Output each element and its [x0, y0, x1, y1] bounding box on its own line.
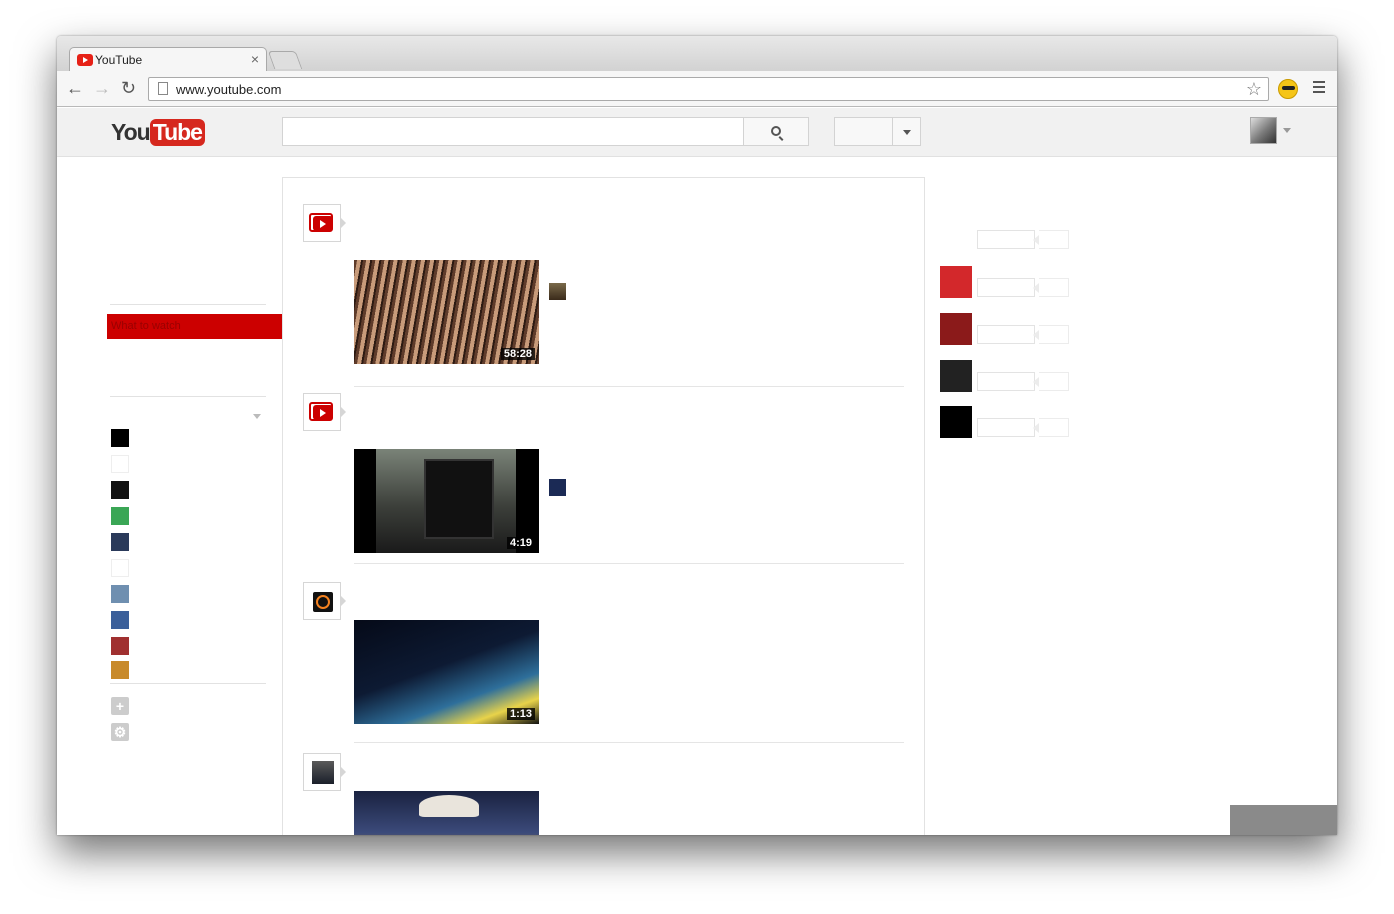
reload-button[interactable]: ↻: [121, 77, 136, 99]
subscribe-button[interactable]: [977, 230, 1035, 249]
subscriber-count-bubble: [1033, 325, 1069, 344]
late-show-host-icon: [312, 761, 334, 784]
feed-separator: [354, 563, 904, 564]
activity-feed: 58:28 4:19 1:13: [282, 177, 925, 835]
tab-title: YouTube: [95, 53, 143, 67]
address-bar[interactable]: www.youtube.com ☆: [148, 77, 1269, 101]
channel-icon-frame[interactable]: [303, 753, 346, 791]
duration-badge: 4:19: [506, 537, 535, 549]
search-button[interactable]: [743, 117, 809, 146]
subscriber-count-bubble: [1033, 418, 1069, 437]
national-geographic-icon[interactable]: [940, 360, 972, 392]
guide-item-label: What to watch: [111, 320, 181, 332]
creators-project-icon[interactable]: [111, 559, 129, 577]
news-anchor-icon[interactable]: [111, 585, 129, 603]
browser-tab[interactable]: YouTube ×: [69, 47, 267, 72]
chevron-down-icon: [903, 130, 911, 135]
guide-divider: [110, 396, 266, 397]
logo-tube-text: Tube: [149, 119, 205, 146]
comedy-central-ring: [316, 595, 330, 609]
funny-or-die-icon[interactable]: [111, 455, 129, 473]
channel-icon-frame[interactable]: [303, 393, 346, 431]
youtube-red-icon: [309, 402, 333, 421]
sketchup-icon[interactable]: [940, 266, 972, 298]
uploader-mini-icon[interactable]: [549, 283, 566, 300]
youtube-favicon-icon: [77, 54, 93, 66]
tate-icon[interactable]: [940, 406, 972, 438]
tab-strip: YouTube ×: [57, 36, 1337, 72]
political-show-icon[interactable]: [111, 611, 129, 629]
feedback-button[interactable]: [1230, 805, 1337, 835]
recommended-channel: [940, 360, 1080, 392]
search-input[interactable]: [282, 117, 744, 146]
channel-icon-frame[interactable]: [303, 204, 346, 242]
sunglasses-extension-icon[interactable]: [1278, 79, 1298, 99]
uploader-mini-icon[interactable]: [549, 479, 566, 496]
forward-button[interactable]: →: [93, 77, 111, 99]
youtube-masthead: You Tube: [57, 108, 1337, 157]
comedy-central-icon: [313, 592, 333, 612]
landscape-channel-icon[interactable]: [111, 661, 129, 679]
feed-separator: [354, 386, 904, 387]
upload-dropdown-button[interactable]: [892, 117, 921, 146]
back-button[interactable]: ←: [66, 77, 84, 99]
subscribe-button[interactable]: [977, 278, 1035, 297]
account-chevron-icon[interactable]: [1283, 128, 1291, 133]
subscribe-button[interactable]: [977, 372, 1035, 391]
youtube-red-icon: [309, 213, 333, 232]
subscriber-count-bubble: [1033, 372, 1069, 391]
upload-button[interactable]: [834, 117, 893, 146]
talk-show-icon[interactable]: [111, 637, 129, 655]
subscribe-button[interactable]: [977, 325, 1035, 344]
recommended-channel: [940, 313, 1080, 345]
ted-talks-icon[interactable]: [940, 313, 972, 345]
subscriptions-chevron-icon[interactable]: [253, 414, 261, 419]
url-text[interactable]: www.youtube.com: [176, 82, 282, 97]
duration-badge: 1:13: [506, 708, 535, 720]
bookmark-star-icon[interactable]: ☆: [1246, 79, 1262, 100]
subscriber-count-bubble: [1033, 278, 1069, 297]
recommended-channel: [940, 266, 1080, 298]
engraving-thumbnail[interactable]: 58:28: [354, 260, 539, 364]
car-interior-thumbnail[interactable]: 1:13: [354, 620, 539, 724]
guide-divider: [110, 304, 266, 305]
chrome-menu-icon[interactable]: [1313, 81, 1325, 96]
guide-sidebar: What to watch + ⚙: [57, 158, 283, 835]
browser-window: YouTube × ← → ↻ www.youtube.com ☆ You Tub…: [57, 36, 1337, 835]
feed-separator: [354, 742, 904, 743]
blank-channel-icon[interactable]: [940, 218, 972, 250]
browser-toolbar: ← → ↻ www.youtube.com ☆: [57, 71, 1337, 107]
close-tab-icon[interactable]: ×: [251, 51, 259, 67]
channel-icon-frame[interactable]: [303, 582, 346, 620]
telephone-shape: [424, 459, 494, 539]
guide-item-what-to-watch[interactable]: What to watch: [107, 314, 282, 339]
late-show-host-icon[interactable]: [111, 533, 129, 551]
circle-logo-icon[interactable]: [111, 481, 129, 499]
subscribe-button[interactable]: [977, 418, 1035, 437]
telephone-thumbnail[interactable]: 4:19: [354, 449, 539, 553]
search-icon: [771, 126, 781, 136]
youtube-logo[interactable]: You Tube: [111, 119, 205, 147]
cowboy-hat-thumbnail[interactable]: [354, 791, 539, 835]
guide-settings-icon[interactable]: ⚙: [111, 723, 129, 741]
at-green-icon[interactable]: [111, 507, 129, 525]
recommended-channel: [940, 218, 1080, 250]
new-tab-button[interactable]: [267, 51, 303, 69]
subscriber-count-bubble: [1033, 230, 1069, 249]
comedy-central-icon[interactable]: [111, 429, 129, 447]
duration-badge: 58:28: [500, 348, 535, 360]
logo-you-text: You: [111, 119, 151, 145]
recommended-channel: [940, 406, 1080, 438]
account-avatar[interactable]: [1250, 117, 1277, 144]
page-icon: [158, 82, 168, 95]
add-channel-icon[interactable]: +: [111, 697, 129, 715]
guide-divider: [110, 683, 266, 684]
cowboy-hat-shape: [419, 795, 479, 817]
